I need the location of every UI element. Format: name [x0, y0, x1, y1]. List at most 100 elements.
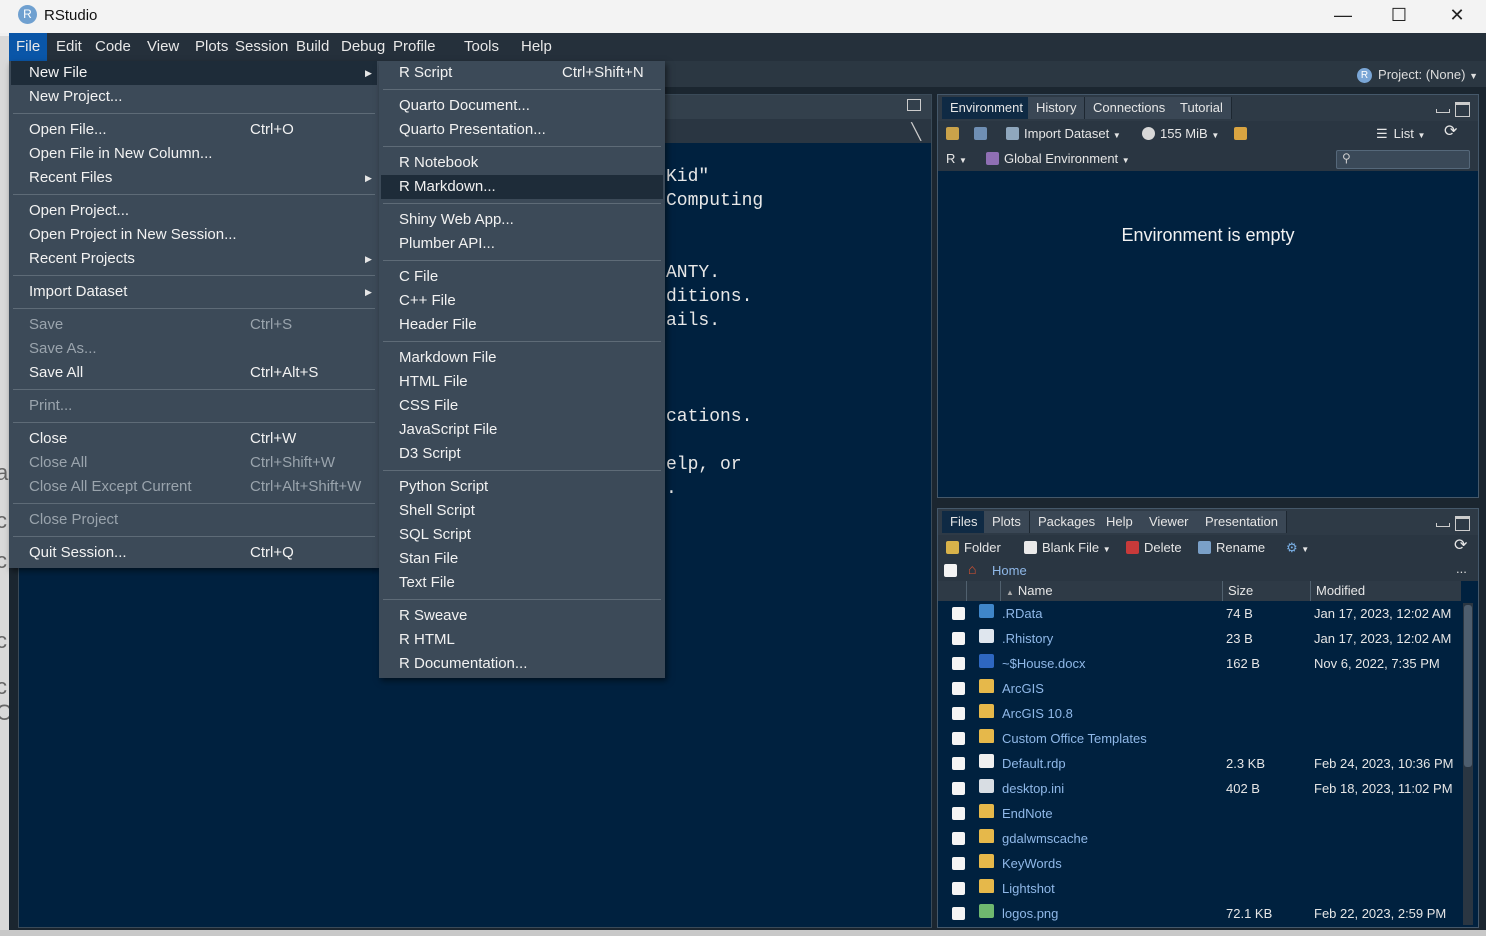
- table-row[interactable]: gdalwmscache: [938, 826, 1461, 851]
- tab-history[interactable]: History: [1028, 97, 1086, 119]
- menu-item-open-project[interactable]: Open Project...: [11, 199, 377, 223]
- file-name-link[interactable]: Lightshot: [1002, 881, 1055, 896]
- save-workspace-icon[interactable]: [974, 125, 992, 143]
- menu-view[interactable]: View: [140, 33, 186, 61]
- menu-item-javascript-file[interactable]: JavaScript File: [381, 418, 663, 442]
- menu-item-markdown-file[interactable]: Markdown File: [381, 346, 663, 370]
- table-row[interactable]: .RData 74 B Jan 17, 2023, 12:02 AM: [938, 601, 1461, 626]
- menu-item-c-file[interactable]: C++ File: [381, 289, 663, 313]
- table-row[interactable]: EndNote: [938, 801, 1461, 826]
- memory-usage-button[interactable]: 155 MiB ▼: [1142, 125, 1219, 143]
- table-row[interactable]: desktop.ini 402 B Feb 18, 2023, 11:02 PM: [938, 776, 1461, 801]
- menu-item-d3-script[interactable]: D3 Script: [381, 442, 663, 466]
- new-folder-button[interactable]: Folder: [946, 539, 1001, 557]
- menu-item-stan-file[interactable]: Stan File: [381, 547, 663, 571]
- maximize-button[interactable]: ☐: [1370, 0, 1428, 30]
- table-row[interactable]: ArcGIS 10.8: [938, 701, 1461, 726]
- file-name-link[interactable]: Custom Office Templates: [1002, 731, 1147, 746]
- menu-item-text-file[interactable]: Text File: [381, 571, 663, 595]
- select-all-checkbox[interactable]: [944, 564, 957, 577]
- menu-item-r-script[interactable]: R Script Ctrl+Shift+N: [381, 61, 663, 85]
- row-checkbox[interactable]: [952, 632, 965, 645]
- menu-item-new-project[interactable]: New Project...: [11, 85, 377, 109]
- file-name-link[interactable]: EndNote: [1002, 806, 1053, 821]
- file-name-link[interactable]: ArcGIS 10.8: [1002, 706, 1073, 721]
- row-checkbox[interactable]: [952, 782, 965, 795]
- tab-presentation[interactable]: Presentation: [1197, 511, 1287, 533]
- scrollbar-thumb[interactable]: [1464, 605, 1472, 767]
- tab-files[interactable]: Files: [942, 511, 987, 533]
- menu-item-r-markdown[interactable]: R Markdown...: [381, 175, 663, 199]
- menu-item-open-file[interactable]: Open File... Ctrl+O: [11, 118, 377, 142]
- table-row[interactable]: ~$House.docx 162 B Nov 6, 2022, 7:35 PM: [938, 651, 1461, 676]
- language-selector[interactable]: R ▼: [946, 150, 967, 168]
- menu-debug[interactable]: Debug: [334, 33, 392, 61]
- rename-button[interactable]: Rename: [1198, 539, 1265, 557]
- view-mode-button[interactable]: ☰ List ▼: [1376, 125, 1425, 143]
- menu-tools[interactable]: Tools: [457, 33, 506, 61]
- maximize-pane-icon[interactable]: [1455, 102, 1470, 117]
- menu-item-html-file[interactable]: HTML File: [381, 370, 663, 394]
- menu-profile[interactable]: Profile: [386, 33, 443, 61]
- row-checkbox[interactable]: [952, 807, 965, 820]
- menu-code[interactable]: Code: [88, 33, 138, 61]
- tab-connections[interactable]: Connections: [1085, 97, 1175, 119]
- more-options-button[interactable]: ⚙ ▼: [1286, 539, 1309, 557]
- menu-item-quarto-presentation[interactable]: Quarto Presentation...: [381, 118, 663, 142]
- row-checkbox[interactable]: [952, 682, 965, 695]
- menu-item-open-project-in-new-session[interactable]: Open Project in New Session...: [11, 223, 377, 247]
- file-name-link[interactable]: desktop.ini: [1002, 781, 1064, 796]
- maximize-pane-icon[interactable]: [1455, 516, 1470, 531]
- menu-file[interactable]: File: [9, 33, 48, 61]
- tab-plots[interactable]: Plots: [984, 511, 1030, 533]
- tab-packages[interactable]: Packages: [1030, 511, 1105, 533]
- menu-item-import-dataset[interactable]: Import Dataset ▶: [11, 280, 377, 304]
- minimize-button[interactable]: —: [1314, 0, 1372, 30]
- file-name-link[interactable]: ~$House.docx: [1002, 656, 1085, 671]
- menu-help[interactable]: Help: [514, 33, 559, 61]
- file-name-link[interactable]: .Rhistory: [1002, 631, 1053, 646]
- menu-item-close[interactable]: Close Ctrl+W: [11, 427, 377, 451]
- menu-item-quit-session[interactable]: Quit Session... Ctrl+Q: [11, 541, 377, 565]
- menu-item-open-file-in-new-column[interactable]: Open File in New Column...: [11, 142, 377, 166]
- menu-item-new-file[interactable]: New File ▶: [11, 61, 377, 85]
- row-checkbox[interactable]: [952, 732, 965, 745]
- name-column-header[interactable]: ▲ Name: [1000, 581, 1223, 601]
- file-name-link[interactable]: ArcGIS: [1002, 681, 1044, 696]
- table-row[interactable]: logos.png 72.1 KB Feb 22, 2023, 2:59 PM: [938, 901, 1461, 926]
- table-row[interactable]: ArcGIS: [938, 676, 1461, 701]
- environment-search-input[interactable]: ⚲: [1336, 150, 1470, 169]
- tab-viewer[interactable]: Viewer: [1141, 511, 1198, 533]
- import-dataset-button[interactable]: Import Dataset ▼: [1006, 125, 1121, 143]
- tab-environment[interactable]: Environment: [942, 97, 1032, 119]
- path-home-link[interactable]: Home: [992, 563, 1027, 578]
- open-workspace-icon[interactable]: [946, 125, 964, 143]
- row-checkbox[interactable]: [952, 832, 965, 845]
- menu-item-r-sweave[interactable]: R Sweave: [381, 604, 663, 628]
- blank-file-button[interactable]: Blank File ▼: [1024, 539, 1111, 557]
- menu-item-r-notebook[interactable]: R Notebook: [381, 151, 663, 175]
- menu-item-recent-projects[interactable]: Recent Projects ▶: [11, 247, 377, 271]
- table-row[interactable]: .Rhistory 23 B Jan 17, 2023, 12:02 AM: [938, 626, 1461, 651]
- menu-item-quarto-document[interactable]: Quarto Document...: [381, 94, 663, 118]
- menu-item-r-html[interactable]: R HTML: [381, 628, 663, 652]
- size-column-header[interactable]: Size: [1222, 581, 1311, 601]
- menu-build[interactable]: Build: [289, 33, 336, 61]
- tab-tutorial[interactable]: Tutorial: [1172, 97, 1232, 119]
- refresh-icon[interactable]: ⟳: [1454, 537, 1467, 555]
- table-row[interactable]: KeyWords: [938, 851, 1461, 876]
- close-window-button[interactable]: ✕: [1428, 0, 1486, 30]
- file-name-link[interactable]: Default.rdp: [1002, 756, 1066, 771]
- file-name-link[interactable]: .RData: [1002, 606, 1042, 621]
- modified-column-header[interactable]: Modified: [1310, 581, 1461, 601]
- more-path-button[interactable]: ...: [1456, 561, 1467, 576]
- menu-item-save-all[interactable]: Save All Ctrl+Alt+S: [11, 361, 377, 385]
- table-row[interactable]: Lightshot: [938, 876, 1461, 901]
- file-name-link[interactable]: gdalwmscache: [1002, 831, 1088, 846]
- minimize-pane-icon[interactable]: [1436, 109, 1450, 113]
- row-checkbox[interactable]: [952, 707, 965, 720]
- menu-item-sql-script[interactable]: SQL Script: [381, 523, 663, 547]
- file-name-link[interactable]: KeyWords: [1002, 856, 1062, 871]
- menu-item-shiny-web-app[interactable]: Shiny Web App...: [381, 208, 663, 232]
- environment-scope-selector[interactable]: Global Environment ▼: [986, 150, 1130, 168]
